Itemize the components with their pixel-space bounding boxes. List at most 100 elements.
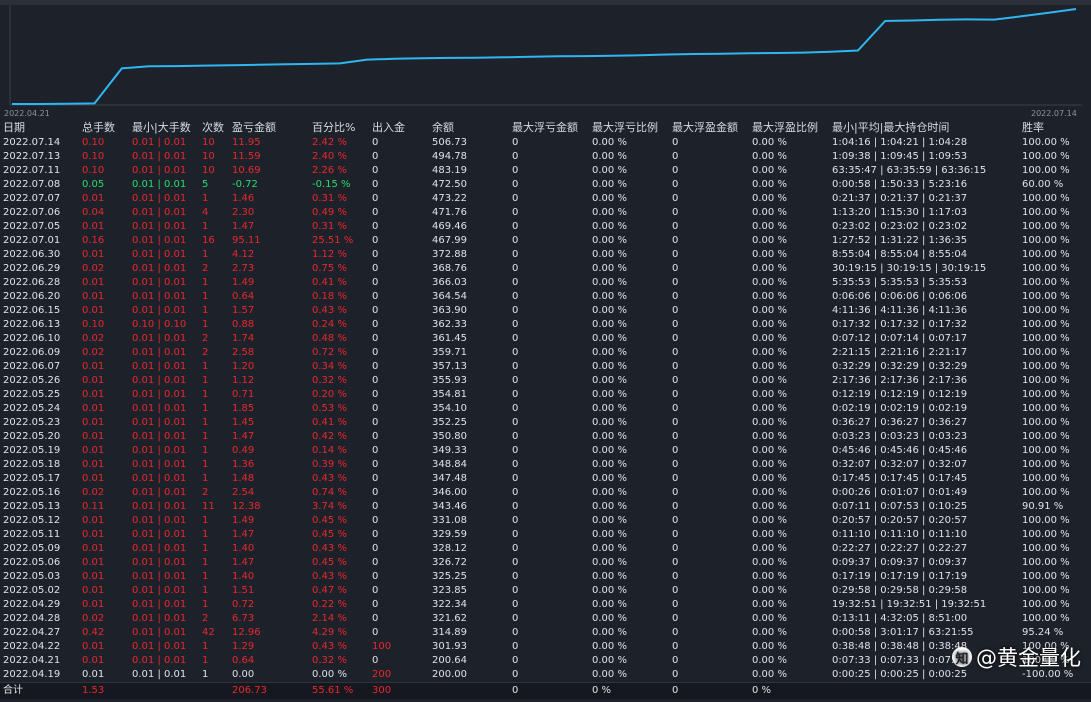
cell-win: 100.00 %	[1022, 585, 1070, 596]
cell-minmax: 0.01 | 0.01	[132, 137, 187, 148]
cell-hold: 0:17:19 | 0:17:19 | 0:17:19	[832, 571, 968, 582]
cell-minmax: 0.01 | 0.01	[132, 487, 187, 498]
table-row[interactable]: 2022.05.16 0.02 0.01 | 0.01 2 2.54 0.74 % 0 346…	[0, 486, 1091, 500]
column-header[interactable]: 总手数	[82, 120, 115, 136]
cell-date: 2022.06.20	[3, 291, 61, 302]
column-header[interactable]: 百分比%	[312, 120, 355, 136]
cell-flow: 0	[372, 515, 379, 526]
column-header[interactable]: 最小|平均|最大持仓时间	[832, 120, 949, 136]
table-row[interactable]: 2022.05.03 0.01 0.01 | 0.01 1 1.40 0.43 % 0 325…	[0, 570, 1091, 584]
table-row[interactable]: 2022.07.13 0.10 0.01 | 0.01 10 11.59 2.40 % 0 4…	[0, 150, 1091, 164]
table-row[interactable]: 2022.05.26 0.01 0.01 | 0.01 1 1.12 0.32 % 0 355…	[0, 374, 1091, 388]
table-row[interactable]: 2022.05.09 0.01 0.01 | 0.01 1 1.40 0.43 % 0 328…	[0, 542, 1091, 556]
cell-fl_amt: 0	[512, 655, 519, 666]
cell-fl_pct: 0.00 %	[592, 515, 627, 526]
table-row[interactable]: 2022.05.17 0.01 0.01 | 0.01 1 1.48 0.43 % 0 347…	[0, 472, 1091, 486]
table-row[interactable]: 2022.06.20 0.01 0.01 | 0.01 1 0.64 0.18 % 0 364…	[0, 290, 1091, 304]
table-row[interactable]: 2022.04.21 0.01 0.01 | 0.01 1 0.64 0.32 % 0 200…	[0, 654, 1091, 668]
cell-balance: 469.46	[432, 221, 467, 232]
cell-win: 100.00 %	[1022, 515, 1070, 526]
cell-pnl: 0.88	[232, 319, 255, 330]
table-row[interactable]: 2022.07.14 0.10 0.01 | 0.01 10 11.95 2.42 % 0 5…	[0, 136, 1091, 150]
table-row[interactable]: 2022.05.12 0.01 0.01 | 0.01 1 1.49 0.45 % 0 331…	[0, 514, 1091, 528]
column-header[interactable]: 最大浮亏比例	[592, 120, 658, 136]
cell-fl_amt: 0	[512, 221, 519, 232]
cell-date: 2022.05.09	[3, 543, 61, 554]
table-row[interactable]: 2022.06.09 0.02 0.01 | 0.01 2 2.58 0.72 % 0 359…	[0, 346, 1091, 360]
table-row[interactable]: 2022.05.23 0.01 0.01 | 0.01 1 1.45 0.41 % 0 352…	[0, 416, 1091, 430]
column-header[interactable]: 余额	[432, 120, 454, 136]
column-header[interactable]: 出入金	[372, 120, 405, 136]
total-pnl: 206.73	[232, 685, 267, 696]
table-row[interactable]: 2022.07.05 0.01 0.01 | 0.01 1 1.47 0.31 % 0 469…	[0, 220, 1091, 234]
cell-fl_pct: 0.00 %	[592, 669, 627, 680]
cell-count: 1	[202, 361, 209, 372]
cell-win: 100.00 %	[1022, 207, 1070, 218]
table-row[interactable]: 2022.05.24 0.01 0.01 | 0.01 1 1.85 0.53 % 0 354…	[0, 402, 1091, 416]
cell-hold: 0:07:33 | 0:07:33 | 0:07:33	[832, 655, 968, 666]
cell-lots: 0.02	[82, 487, 105, 498]
table-row[interactable]: 2022.04.22 0.01 0.01 | 0.01 1 1.29 0.43 % 100 3…	[0, 640, 1091, 654]
column-header[interactable]: 次数	[202, 120, 224, 136]
total-flow: 300	[372, 685, 392, 696]
table-row[interactable]: 2022.06.10 0.02 0.01 | 0.01 2 1.74 0.48 % 0 361…	[0, 332, 1091, 346]
cell-balance: 483.19	[432, 165, 467, 176]
table-row[interactable]: 2022.06.29 0.02 0.01 | 0.01 2 2.73 0.75 % 0 368…	[0, 262, 1091, 276]
cell-minmax: 0.01 | 0.01	[132, 557, 187, 568]
cell-balance: 346.00	[432, 487, 467, 498]
table-row[interactable]: 2022.06.13 0.10 0.10 | 0.10 1 0.88 0.24 % 0 362…	[0, 318, 1091, 332]
cell-count: 1	[202, 403, 209, 414]
column-header[interactable]: 盈亏金额	[232, 120, 276, 136]
table-row[interactable]: 2022.06.07 0.01 0.01 | 0.01 1 1.20 0.34 % 0 357…	[0, 360, 1091, 374]
cell-hold: 0:00:26 | 0:01:07 | 0:01:49	[832, 487, 968, 498]
column-header[interactable]: 最大浮盈比例	[752, 120, 818, 136]
table-row[interactable]: 2022.05.25 0.01 0.01 | 0.01 1 0.71 0.20 % 0 354…	[0, 388, 1091, 402]
table-row[interactable]: 2022.06.28 0.01 0.01 | 0.01 1 1.49 0.41 % 0 366…	[0, 276, 1091, 290]
table-row[interactable]: 2022.07.11 0.10 0.01 | 0.01 10 10.69 2.26 % 0 4…	[0, 164, 1091, 178]
table-row[interactable]: 2022.04.27 0.42 0.01 | 0.01 42 12.96 4.29 % 0 3…	[0, 626, 1091, 640]
cell-balance: 494.78	[432, 151, 467, 162]
cell-balance: 343.46	[432, 501, 467, 512]
cell-date: 2022.07.05	[3, 221, 61, 232]
column-header[interactable]: 最大浮亏金额	[512, 120, 578, 136]
cell-pct: 0.49 %	[312, 207, 347, 218]
table-row[interactable]: 2022.06.15 0.01 0.01 | 0.01 1 1.57 0.43 % 0 363…	[0, 304, 1091, 318]
table-row[interactable]: 2022.05.06 0.01 0.01 | 0.01 1 1.47 0.45 % 0 326…	[0, 556, 1091, 570]
table-row[interactable]: 2022.04.19 0.01 0.01 | 0.01 1 0.00 0.00 % 200 2…	[0, 668, 1091, 682]
table-row[interactable]: 2022.05.02 0.01 0.01 | 0.01 1 1.51 0.47 % 0 323…	[0, 584, 1091, 598]
table-row[interactable]: 2022.05.11 0.01 0.01 | 0.01 1 1.47 0.45 % 0 329…	[0, 528, 1091, 542]
cell-lots: 0.01	[82, 305, 105, 316]
table-row[interactable]: 2022.07.07 0.01 0.01 | 0.01 1 1.46 0.31 % 0 473…	[0, 192, 1091, 206]
column-header[interactable]: 日期	[3, 120, 25, 136]
cell-lots: 0.01	[82, 445, 105, 456]
column-header[interactable]: 胜率	[1022, 120, 1044, 136]
table-row[interactable]: 2022.05.20 0.01 0.01 | 0.01 1 1.47 0.42 % 0 350…	[0, 430, 1091, 444]
cell-fl_amt: 0	[512, 515, 519, 526]
cell-win: 100.00 %	[1022, 277, 1070, 288]
cell-fp_pct: 0.00 %	[752, 207, 787, 218]
table-row[interactable]: 2022.07.01 0.16 0.01 | 0.01 16 95.11 25.51 % 0…	[0, 234, 1091, 248]
table-row[interactable]: 2022.07.06 0.04 0.01 | 0.01 4 2.30 0.49 % 0 471…	[0, 206, 1091, 220]
table-row[interactable]: 2022.07.08 0.05 0.01 | 0.01 5 -0.72 -0.15 % 0 4…	[0, 178, 1091, 192]
table-row[interactable]: 2022.05.19 0.01 0.01 | 0.01 1 0.49 0.14 % 0 349…	[0, 444, 1091, 458]
cell-date: 2022.07.06	[3, 207, 61, 218]
cell-fl_amt: 0	[512, 333, 519, 344]
cell-pct: 0.43 %	[312, 641, 347, 652]
cell-count: 1	[202, 249, 209, 260]
cell-lots: 0.01	[82, 571, 105, 582]
cell-pct: 0.14 %	[312, 445, 347, 456]
cell-balance: 314.89	[432, 627, 467, 638]
cell-count: 1	[202, 529, 209, 540]
table-row[interactable]: 2022.05.18 0.01 0.01 | 0.01 1 1.36 0.39 % 0 348…	[0, 458, 1091, 472]
table-row[interactable]: 2022.04.29 0.01 0.01 | 0.01 1 0.72 0.22 % 0 322…	[0, 598, 1091, 612]
column-header[interactable]: 最小|大手数	[132, 120, 191, 136]
table-row[interactable]: 2022.04.28 0.02 0.01 | 0.01 2 6.73 2.14 % 0 321…	[0, 612, 1091, 626]
table-row[interactable]: 2022.05.13 0.11 0.01 | 0.01 11 12.38 3.74 % 0 3…	[0, 500, 1091, 514]
cell-fp_amt: 0	[672, 417, 679, 428]
table-row[interactable]: 2022.06.30 0.01 0.01 | 0.01 1 4.12 1.12 % 0 372…	[0, 248, 1091, 262]
column-header[interactable]: 最大浮盈金额	[672, 120, 738, 136]
cell-pct: 2.14 %	[312, 613, 347, 624]
cell-pct: 0.00 %	[312, 669, 347, 680]
zhihu-icon: 知	[952, 647, 972, 667]
cell-fl_pct: 0.00 %	[592, 221, 627, 232]
